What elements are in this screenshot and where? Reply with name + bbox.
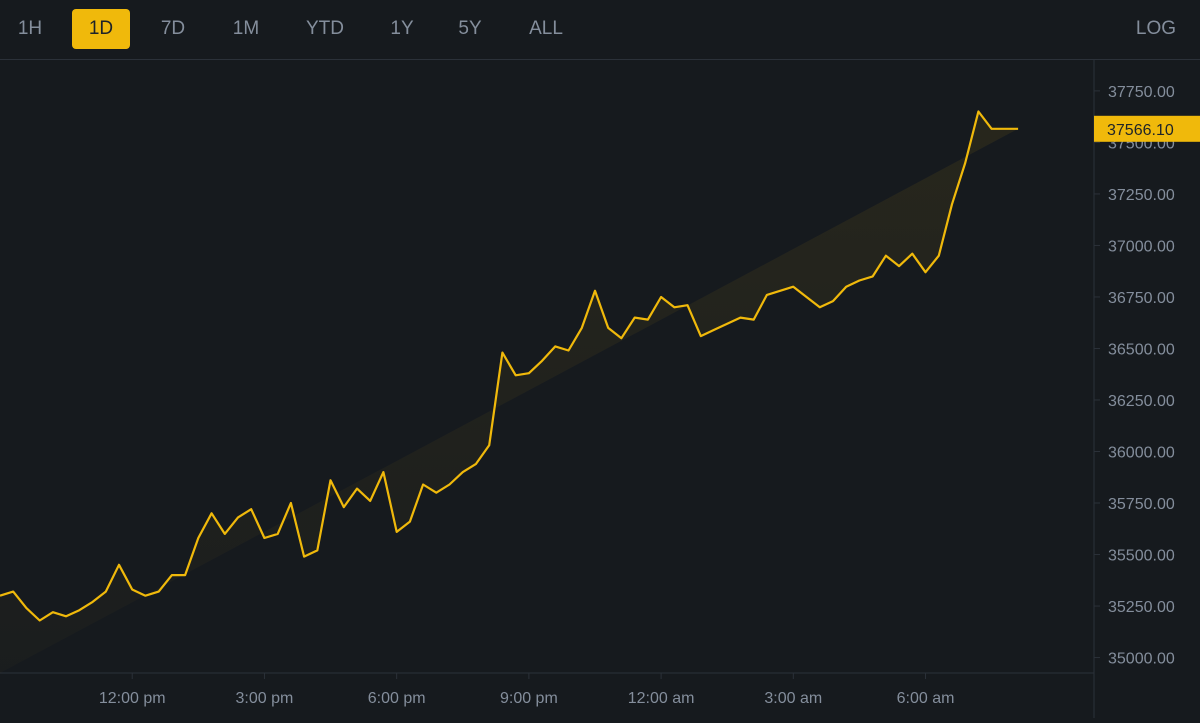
range-tab-7d[interactable]: 7D — [148, 9, 198, 49]
price-chart: 35000.00 35250.00 35500.00 35750.00 36000.00… — [0, 60, 1200, 718]
y-tick-label: 35000.00 — [1108, 651, 1175, 668]
time-range-toolbar: 1H 1D 7D 1M YTD 1Y 5Y ALL LOG — [0, 0, 1200, 60]
y-tick-label: 35750.00 — [1108, 496, 1175, 513]
log-scale-button[interactable]: LOG — [1136, 9, 1176, 49]
y-tick-label: 36750.00 — [1108, 290, 1175, 307]
price-line-series — [0, 110, 1019, 622]
x-tick-label: 6:00 am — [897, 690, 955, 707]
y-tick-label: 35250.00 — [1108, 599, 1175, 616]
y-tick-label: 37000.00 — [1108, 238, 1175, 255]
x-tick-label: 6:00 pm — [368, 690, 426, 707]
range-tab-5y[interactable]: 5Y — [448, 9, 492, 49]
last-price-label: 37566.10 — [1107, 122, 1174, 139]
x-axis-ticks: 12:00 pm 3:00 pm 6:00 pm 9:00 pm 12:00 am 3:0… — [99, 673, 955, 707]
y-tick-label: 37750.00 — [1108, 84, 1175, 101]
range-tab-1y[interactable]: 1Y — [380, 9, 424, 49]
x-tick-label: 9:00 pm — [500, 690, 558, 707]
x-tick-label: 12:00 pm — [99, 690, 166, 707]
y-tick-label: 36500.00 — [1108, 341, 1175, 358]
y-tick-label: 37250.00 — [1108, 187, 1175, 204]
range-tab-all[interactable]: ALL — [518, 9, 574, 49]
price-area-fill — [0, 111, 1019, 673]
y-tick-label: 35500.00 — [1108, 548, 1175, 565]
y-axis-ticks: 35000.00 35250.00 35500.00 35750.00 36000.00… — [1094, 84, 1175, 668]
y-tick-label: 36250.00 — [1108, 393, 1175, 410]
x-tick-label: 3:00 pm — [236, 690, 294, 707]
range-tab-1m[interactable]: 1M — [220, 9, 272, 49]
range-tab-1d[interactable]: 1D — [72, 9, 130, 49]
y-tick-label: 36000.00 — [1108, 444, 1175, 461]
price-chart-svg: 35000.00 35250.00 35500.00 35750.00 36000.00… — [0, 60, 1200, 718]
x-tick-label: 12:00 am — [628, 690, 695, 707]
last-price-marker: 37566.10 — [1094, 115, 1200, 142]
range-tab-ytd[interactable]: YTD — [296, 9, 354, 49]
x-tick-label: 3:00 am — [764, 690, 822, 707]
range-tab-1h[interactable]: 1H — [6, 9, 54, 49]
